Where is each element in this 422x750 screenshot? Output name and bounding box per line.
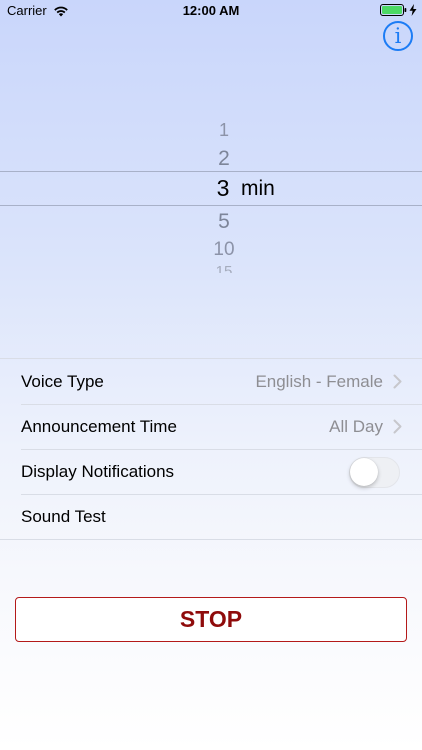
sound-test-row[interactable]: Sound Test <box>0 494 422 539</box>
display-notifications-toggle[interactable] <box>349 457 400 488</box>
picker-option[interactable]: 10 <box>174 239 274 261</box>
toggle-knob <box>350 458 378 486</box>
picker-selected-value[interactable]: 3 <box>208 175 238 202</box>
voice-type-label: Voice Type <box>21 372 104 391</box>
picker-option[interactable]: 5 <box>174 210 274 234</box>
settings-list: Voice Type English - Female Announcement… <box>0 358 422 540</box>
display-notifications-label: Display Notifications <box>21 462 175 481</box>
info-icon: i <box>394 24 402 48</box>
picker-option[interactable]: 2 <box>174 147 274 171</box>
sound-test-label: Sound Test <box>21 507 106 526</box>
battery-full-icon <box>380 4 407 16</box>
voice-type-row[interactable]: Voice Type English - Female <box>0 359 422 404</box>
picker-option[interactable]: 1 <box>174 120 274 141</box>
picker-selection-band: 3 min <box>0 171 422 206</box>
voice-type-value: English - Female <box>255 372 383 391</box>
stop-button[interactable]: STOP <box>15 597 407 642</box>
battery-status <box>380 4 417 16</box>
announcement-time-label: Announcement Time <box>21 417 177 436</box>
charging-bolt-icon <box>409 4 417 16</box>
display-notifications-row: Display Notifications <box>0 449 422 494</box>
chevron-right-icon <box>393 374 402 389</box>
announcement-time-value: All Day <box>329 417 383 436</box>
info-button[interactable]: i <box>383 21 413 51</box>
chevron-right-icon <box>393 419 402 434</box>
clock: 12:00 AM <box>182 3 240 18</box>
interval-picker[interactable]: 1 2 3 min 5 10 15 <box>0 112 422 282</box>
status-bar: Carrier 12:00 AM <box>0 0 422 22</box>
announcement-time-row[interactable]: Announcement Time All Day <box>0 404 422 449</box>
picker-unit-label: min <box>241 177 275 200</box>
picker-option[interactable]: 15 <box>174 263 274 273</box>
